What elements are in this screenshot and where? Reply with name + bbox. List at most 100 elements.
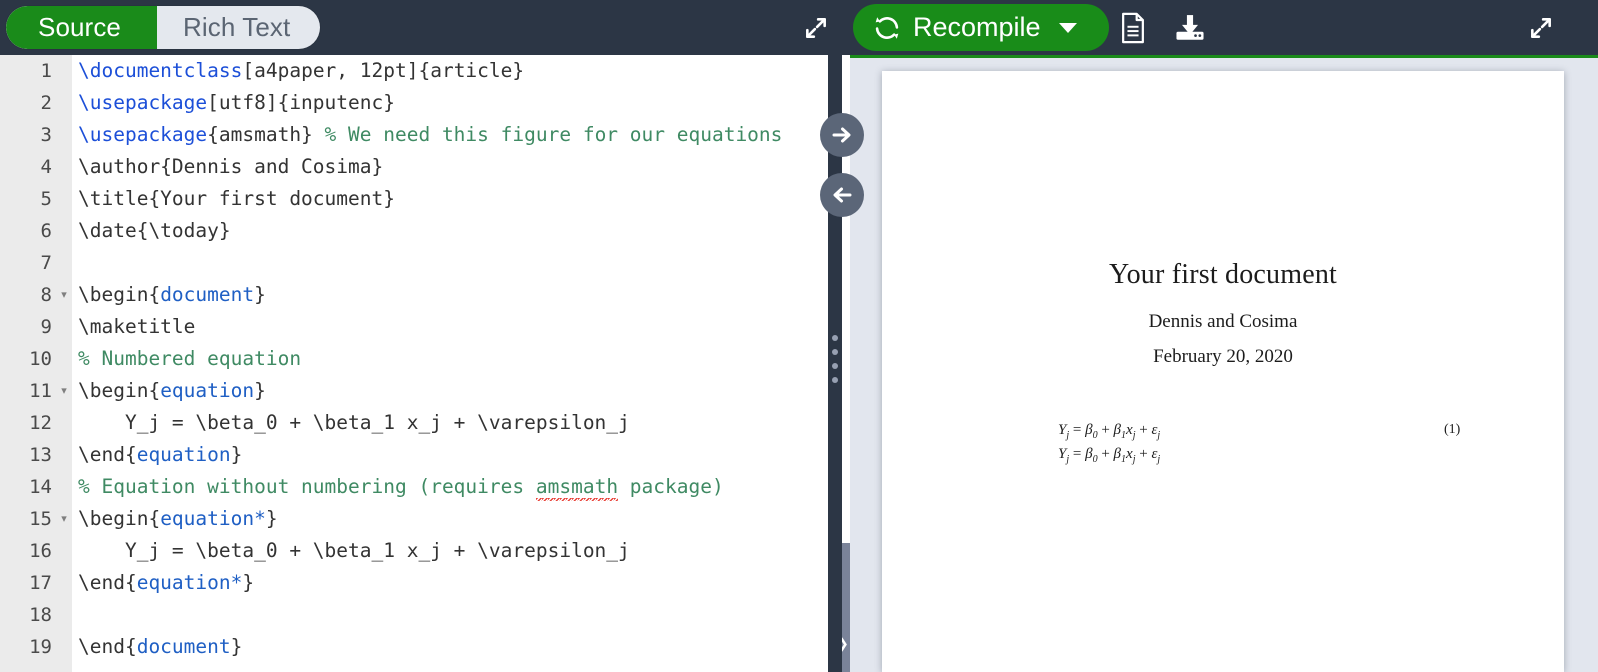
code-line[interactable]: 17 \end{equation*} bbox=[0, 567, 836, 599]
line-number: 1 bbox=[40, 60, 52, 82]
code-text[interactable]: \maketitle bbox=[74, 311, 195, 343]
code-token: equation* bbox=[160, 507, 266, 530]
code-line[interactable]: 5 \title{Your first document} bbox=[0, 183, 836, 215]
code-token: } bbox=[230, 635, 243, 658]
recompile-button[interactable]: Recompile bbox=[853, 4, 1109, 51]
code-line[interactable]: 1 \documentclass[a4paper, 12pt]{article} bbox=[0, 55, 836, 87]
line-number: 11 bbox=[29, 380, 52, 402]
code-text[interactable]: Y_j = \beta_0 + \beta_1 x_j + \varepsilo… bbox=[74, 407, 630, 439]
code-line[interactable]: 19 \end{document} bbox=[0, 631, 836, 663]
line-number: 13 bbox=[29, 444, 52, 466]
line-number: 2 bbox=[40, 92, 52, 114]
code-token: \usepackage bbox=[78, 91, 208, 114]
code-token: % Numbered equation bbox=[78, 347, 302, 370]
document-icon bbox=[1118, 12, 1148, 44]
code-line[interactable]: 3 \usepackage{amsmath} % We need this fig… bbox=[0, 119, 836, 151]
code-token: \end{ bbox=[78, 571, 137, 594]
code-token: \maketitle bbox=[78, 315, 196, 338]
line-number: 4 bbox=[40, 156, 52, 178]
code-line[interactable]: 14 % Equation without numbering (requires… bbox=[0, 471, 836, 503]
code-token: } bbox=[242, 571, 255, 594]
refresh-icon bbox=[873, 14, 901, 42]
line-number: 19 bbox=[29, 636, 52, 658]
tab-source[interactable]: Source bbox=[6, 6, 157, 49]
code-line[interactable]: 7 bbox=[0, 247, 836, 279]
expand-editor-button[interactable] bbox=[795, 8, 837, 48]
code-token: document bbox=[160, 283, 255, 306]
fold-toggle-icon[interactable]: ▾ bbox=[54, 503, 74, 535]
code-line[interactable]: 4 \author{Dennis and Cosima} bbox=[0, 151, 836, 183]
line-number: 8 bbox=[40, 284, 52, 306]
code-token: \begin{ bbox=[78, 379, 161, 402]
pdf-document-title: Your first document bbox=[1108, 259, 1338, 290]
code-token: package) bbox=[618, 475, 724, 498]
line-number: 14 bbox=[29, 476, 52, 498]
code-text[interactable]: Y_j = \beta_0 + \beta_1 x_j + \varepsilo… bbox=[74, 535, 630, 567]
line-number: 15 bbox=[29, 508, 52, 530]
code-token: Y_j = \beta_0 + \beta_1 x_j + \varepsilo… bbox=[78, 539, 630, 562]
recompile-label: Recompile bbox=[913, 12, 1041, 42]
chevron-down-icon[interactable] bbox=[1058, 22, 1077, 33]
code-token: \end{ bbox=[78, 635, 137, 658]
code-token: equation* bbox=[136, 571, 243, 594]
pdf-date: February 20, 2020 bbox=[1153, 346, 1293, 367]
code-text[interactable]: \usepackage[utf8]{inputenc} bbox=[74, 87, 395, 119]
line-number: 7 bbox=[40, 252, 52, 274]
code-text[interactable]: \date{\today} bbox=[74, 215, 231, 247]
code-token: \begin{ bbox=[78, 283, 161, 306]
code-lines-container[interactable]: 1 \documentclass[a4paper, 12pt]{article} 2… bbox=[0, 55, 836, 672]
spellcheck-word: amsmath bbox=[535, 475, 619, 501]
pdf-equation-1: Yj = β0 + β1xj + εj bbox=[1058, 422, 1161, 441]
source-editor[interactable]: 1 \documentclass[a4paper, 12pt]{article} 2… bbox=[0, 55, 836, 672]
code-text[interactable]: \begin{equation*} bbox=[74, 503, 278, 535]
arrow-right-icon bbox=[830, 123, 854, 147]
line-number: 5 bbox=[40, 188, 52, 210]
code-text[interactable]: \end{equation*} bbox=[74, 567, 254, 599]
code-token: } bbox=[230, 443, 243, 466]
line-number: 3 bbox=[40, 124, 52, 146]
code-line[interactable]: 16 Y_j = \beta_0 + \beta_1 x_j + \vareps… bbox=[0, 535, 836, 567]
code-line[interactable]: 6 \date{\today} bbox=[0, 215, 836, 247]
sync-to-code-button[interactable] bbox=[820, 173, 864, 217]
code-line[interactable]: 9 \maketitle bbox=[0, 311, 836, 343]
tab-rich-text[interactable]: Rich Text bbox=[157, 6, 320, 49]
line-number: 12 bbox=[29, 412, 52, 434]
code-line[interactable]: 10 % Numbered equation bbox=[0, 343, 836, 375]
code-line[interactable]: 12 Y_j = \beta_0 + \beta_1 x_j + \vareps… bbox=[0, 407, 836, 439]
code-text[interactable]: \author{Dennis and Cosima} bbox=[74, 151, 383, 183]
editor-mode-toggle: Source Rich Text bbox=[6, 6, 321, 49]
expand-arrows-icon bbox=[1528, 15, 1554, 41]
expand-preview-button[interactable] bbox=[1520, 8, 1562, 48]
fold-toggle-icon[interactable]: ▾ bbox=[54, 279, 74, 311]
code-line[interactable]: 2 \usepackage[utf8]{inputenc} bbox=[0, 87, 836, 119]
code-line[interactable]: 11 ▾ \begin{equation} bbox=[0, 375, 836, 407]
code-token: document bbox=[136, 635, 231, 658]
code-text[interactable]: \begin{document} bbox=[74, 279, 266, 311]
code-token: \begin{ bbox=[78, 507, 161, 530]
code-text[interactable]: % Numbered equation bbox=[74, 343, 301, 375]
code-token: \documentclass bbox=[78, 59, 243, 82]
fold-toggle-icon[interactable]: ▾ bbox=[54, 375, 74, 407]
code-line[interactable]: 15 ▾ \begin{equation*} bbox=[0, 503, 836, 535]
code-text[interactable]: \title{Your first document} bbox=[74, 183, 395, 215]
code-text[interactable]: \end{document} bbox=[74, 631, 242, 663]
code-line[interactable]: 8 ▾ \begin{document} bbox=[0, 279, 836, 311]
code-text[interactable]: \documentclass[a4paper, 12pt]{article} bbox=[74, 55, 524, 87]
pdf-preview-pane[interactable]: Your first document Dennis and Cosima Fe… bbox=[842, 55, 1598, 672]
code-line[interactable]: 13 \end{equation} bbox=[0, 439, 836, 471]
code-text[interactable]: % Equation without numbering (requires a… bbox=[74, 471, 724, 503]
code-token: \usepackage bbox=[78, 123, 208, 146]
code-token: {amsmath} bbox=[207, 123, 325, 146]
code-token: % We need this figure for our equations bbox=[324, 123, 783, 146]
code-token: \title{Your first document} bbox=[78, 187, 395, 210]
code-line[interactable]: 18 bbox=[0, 599, 836, 631]
download-pdf-button[interactable] bbox=[1170, 8, 1210, 48]
compile-log-button[interactable] bbox=[1113, 8, 1153, 48]
code-text[interactable]: \begin{equation} bbox=[74, 375, 266, 407]
code-text[interactable]: \end{equation} bbox=[74, 439, 242, 471]
line-number: 6 bbox=[40, 220, 52, 242]
code-token: } bbox=[265, 507, 278, 530]
sync-to-pdf-button[interactable] bbox=[820, 113, 864, 157]
drag-grip-icon[interactable] bbox=[832, 335, 838, 391]
code-text[interactable]: \usepackage{amsmath} % We need this figu… bbox=[74, 119, 782, 151]
